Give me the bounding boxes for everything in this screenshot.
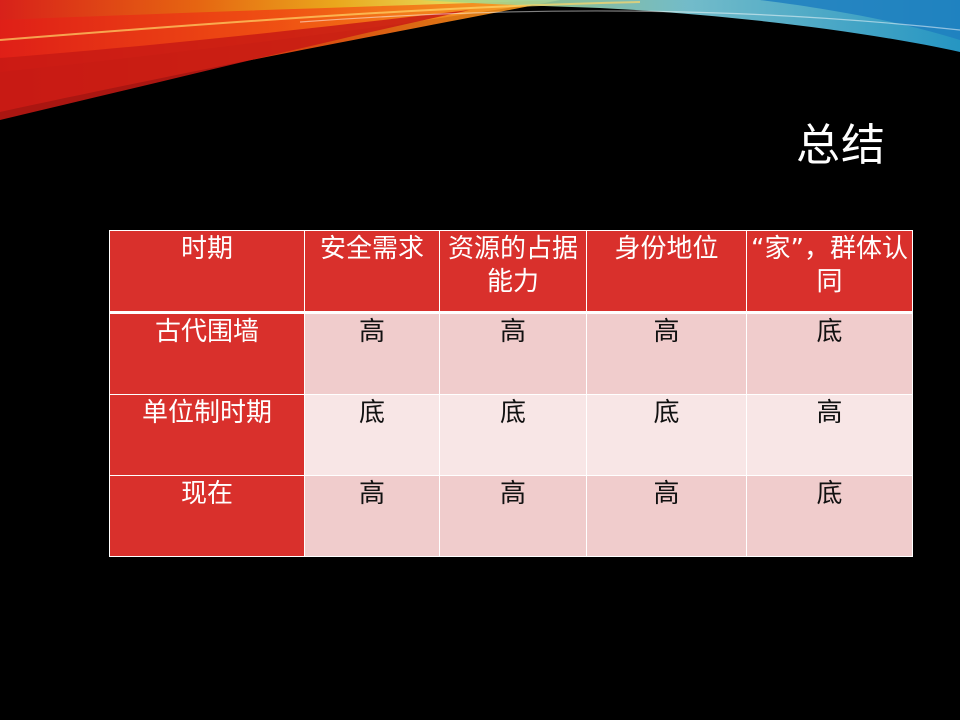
table-cell: 底 xyxy=(439,394,587,476)
column-header: 时期 xyxy=(109,230,305,313)
table-cell: 底 xyxy=(746,475,913,557)
summary-table: 时期 安全需求 资源的占据能力 身份地位 “家”，群体认同 古代围墙 高 高 高… xyxy=(109,230,913,557)
table-cell: 底 xyxy=(304,394,440,476)
table-cell: 高 xyxy=(439,475,587,557)
table-cell: 高 xyxy=(304,312,440,395)
table-cell: 高 xyxy=(586,312,747,395)
table-cell: 高 xyxy=(586,475,747,557)
table-cell: 底 xyxy=(746,312,913,395)
column-header: 安全需求 xyxy=(304,230,440,313)
table-row: 古代围墙 高 高 高 底 xyxy=(109,312,913,395)
row-header: 古代围墙 xyxy=(109,312,305,395)
column-header: 身份地位 xyxy=(586,230,747,313)
slide: 总结 时期 安全需求 资源的占据能力 身份地位 “家”，群体认同 古代围墙 高 … xyxy=(0,0,960,720)
table-header-row: 时期 安全需求 资源的占据能力 身份地位 “家”，群体认同 xyxy=(109,230,913,313)
row-header: 现在 xyxy=(109,475,305,557)
table-cell: 高 xyxy=(439,312,587,395)
table-cell: 高 xyxy=(746,394,913,476)
slide-title: 总结 xyxy=(796,120,886,171)
decorative-swoosh xyxy=(0,0,960,120)
column-header: “家”，群体认同 xyxy=(746,230,913,313)
table-row: 单位制时期 底 底 底 高 xyxy=(109,394,913,476)
table-row: 现在 高 高 高 底 xyxy=(109,475,913,557)
row-header: 单位制时期 xyxy=(109,394,305,476)
column-header: 资源的占据能力 xyxy=(439,230,587,313)
table-cell: 底 xyxy=(586,394,747,476)
table-cell: 高 xyxy=(304,475,440,557)
